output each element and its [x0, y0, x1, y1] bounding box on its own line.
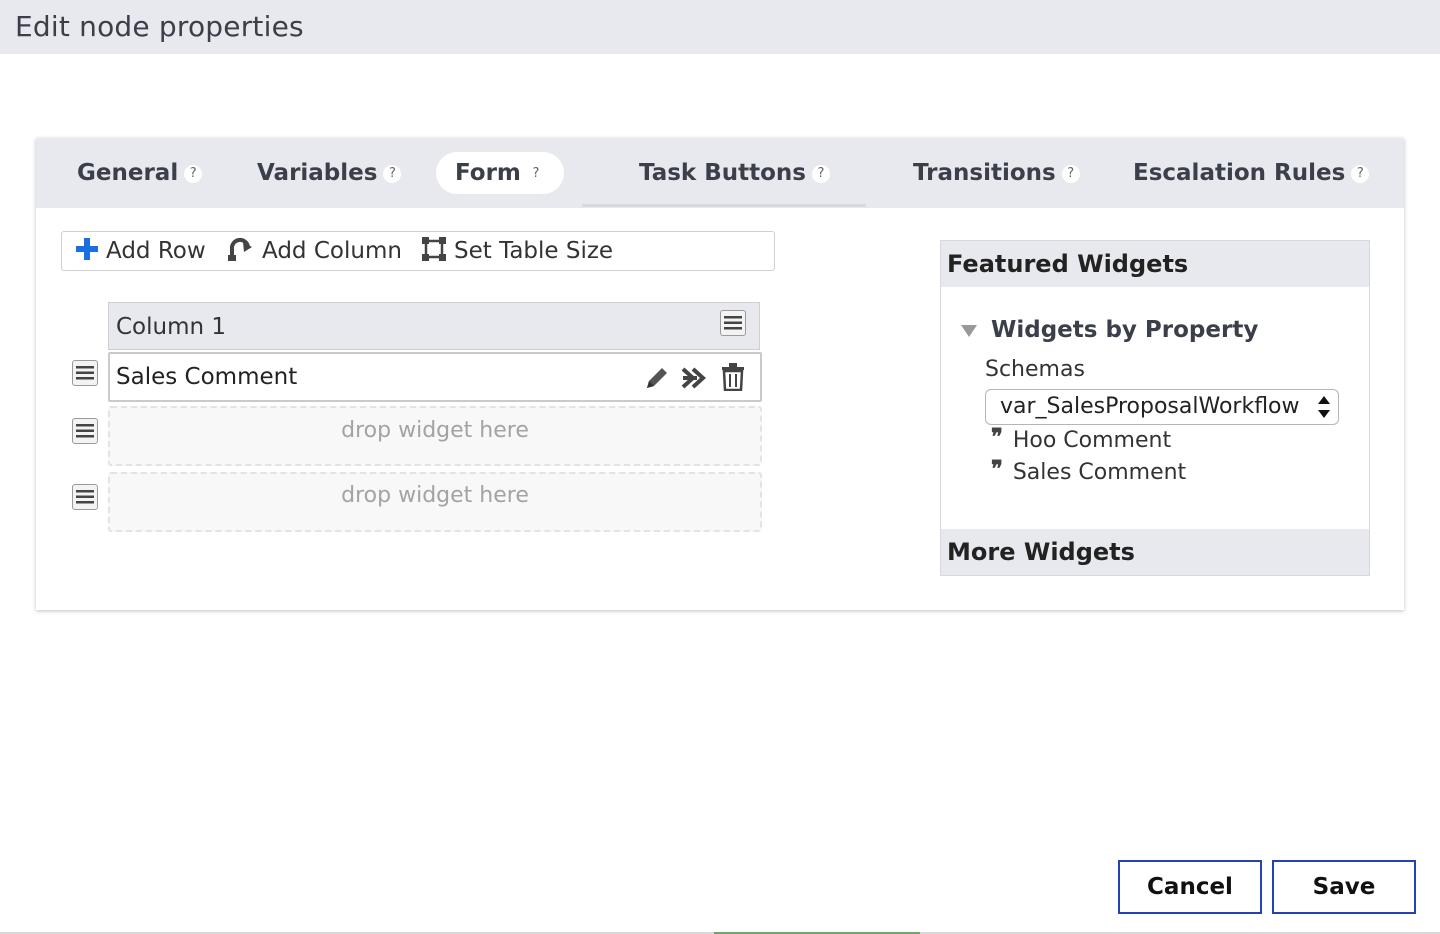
tab-task-buttons[interactable]: Task Buttons?	[639, 152, 830, 194]
widget-actions	[638, 363, 746, 392]
widget-item-label: Sales Comment	[1012, 460, 1187, 485]
quote-icon: ❞	[991, 424, 1003, 450]
drop-zone[interactable]: drop widget here	[108, 472, 762, 532]
help-icon[interactable]: ?	[184, 164, 203, 183]
help-icon[interactable]: ?	[812, 164, 830, 183]
row-3-menu-button[interactable]	[72, 484, 98, 510]
tab-hover-underline	[582, 204, 866, 207]
more-widgets-header[interactable]: More Widgets	[941, 529, 1369, 575]
pencil-icon[interactable]	[644, 365, 670, 391]
set-table-size-label: Set Table Size	[454, 238, 614, 264]
tab-general-label: General	[77, 160, 179, 186]
help-icon[interactable]: ?	[1061, 164, 1080, 183]
tab-escalation-rules-label: Escalation Rules	[1133, 160, 1346, 186]
help-icon[interactable]: ?	[526, 164, 545, 183]
tab-variables-label: Variables	[257, 160, 378, 186]
tab-form-label: Form	[455, 160, 521, 186]
move-arrow-icon[interactable]	[681, 365, 709, 391]
tab-general[interactable]: General?	[77, 152, 203, 194]
dialog-titlebar: Edit node properties	[0, 0, 1440, 54]
row-1-menu-button[interactable]	[72, 360, 98, 386]
save-button[interactable]: Save	[1272, 860, 1416, 914]
widgets-by-property-title[interactable]: Widgets by Property	[991, 317, 1258, 343]
form-toolbar: Add Row Add Column Set Table Size	[61, 231, 775, 271]
tab-transitions[interactable]: Transitions?	[913, 152, 1080, 194]
schemas-label: Schemas	[985, 357, 1085, 382]
plus-icon	[76, 237, 98, 260]
menu-lines-icon	[76, 490, 94, 504]
resize-icon	[422, 236, 446, 261]
add-column-label: Add Column	[262, 238, 402, 264]
help-icon[interactable]: ?	[383, 164, 402, 183]
set-table-size-button[interactable]: Set Table Size	[422, 232, 613, 270]
widget-palette: Featured Widgets Widgets by Property Sch…	[940, 240, 1370, 576]
drop-zone[interactable]: drop widget here	[108, 406, 762, 466]
tab-form[interactable]: Form?	[436, 152, 564, 194]
widget-cell-sales-comment[interactable]: Sales Comment	[108, 352, 762, 402]
tab-escalation-rules[interactable]: Escalation Rules?	[1133, 152, 1370, 194]
widget-item-label: Hoo Comment	[1012, 428, 1172, 453]
tab-bar: General? Variables? Form? Task Buttons? …	[36, 138, 1404, 208]
properties-panel: General? Variables? Form? Task Buttons? …	[36, 138, 1404, 610]
schema-select[interactable]: var_SalesProposalWorkflow	[985, 389, 1339, 425]
column-menu-button[interactable]	[720, 310, 746, 336]
quote-icon: ❞	[991, 456, 1003, 482]
tab-transitions-label: Transitions	[913, 160, 1056, 186]
select-arrows-icon	[1318, 396, 1330, 418]
trash-icon[interactable]	[720, 363, 746, 392]
widget-label: Sales Comment	[116, 364, 298, 390]
add-row-label: Add Row	[106, 238, 206, 264]
cancel-button[interactable]: Cancel	[1118, 860, 1262, 914]
menu-lines-icon	[76, 366, 94, 380]
menu-lines-icon	[724, 316, 742, 330]
schema-select-value: var_SalesProposalWorkflow	[1000, 394, 1300, 419]
featured-widgets-header[interactable]: Featured Widgets	[941, 241, 1369, 287]
dialog-title: Edit node properties	[15, 10, 304, 43]
add-row-button[interactable]: Add Row	[76, 232, 206, 270]
caret-down-icon[interactable]	[961, 325, 977, 337]
column-header[interactable]: Column 1	[108, 302, 760, 350]
row-2-menu-button[interactable]	[72, 418, 98, 444]
tab-variables[interactable]: Variables?	[257, 152, 402, 194]
column-header-label: Column 1	[116, 314, 227, 340]
curved-arrow-icon	[228, 237, 252, 261]
tab-task-buttons-label: Task Buttons	[639, 160, 806, 186]
help-icon[interactable]: ?	[1351, 164, 1370, 183]
widget-item-sales-comment[interactable]: ❞ Sales Comment	[991, 456, 1187, 485]
widget-item-hoo-comment[interactable]: ❞ Hoo Comment	[991, 424, 1172, 453]
menu-lines-icon	[76, 424, 94, 438]
add-column-button[interactable]: Add Column	[228, 232, 402, 270]
